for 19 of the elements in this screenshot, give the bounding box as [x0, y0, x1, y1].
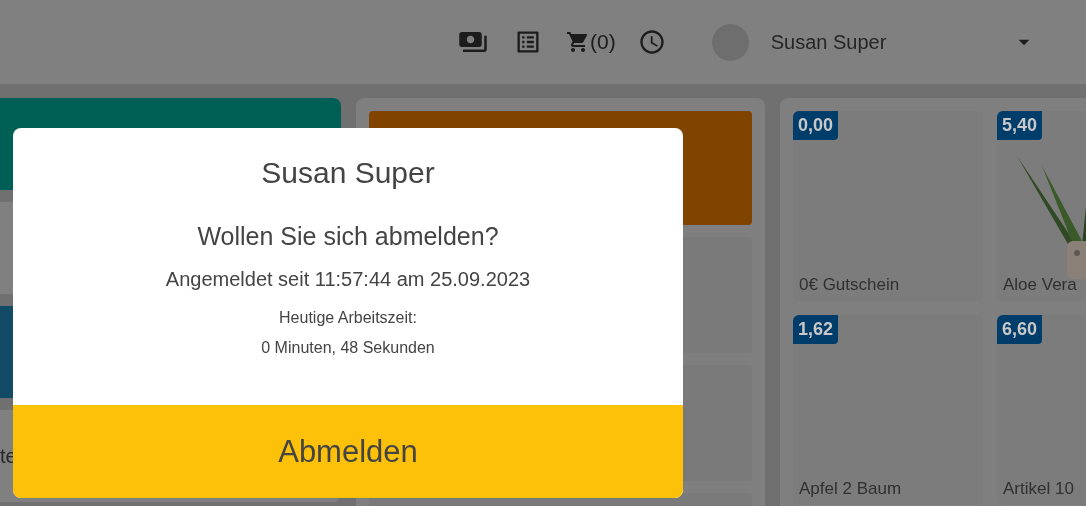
cart-icon — [566, 30, 590, 54]
price-badge: 5,40 — [997, 111, 1043, 140]
cart-button[interactable]: (0) — [566, 30, 616, 54]
worktime-value: 0 Minuten, 48 Sekunden — [261, 339, 435, 357]
dialog-question: Wollen Sie sich abmelden? — [197, 222, 499, 251]
dialog-title: Susan Super — [261, 156, 435, 190]
logout-button[interactable]: Abmelden — [13, 405, 683, 498]
product-name: Artikel 10 — [1002, 479, 1075, 500]
login-time: Angemeldet seit 11:57:44 am 25.09.2023 — [165, 268, 531, 291]
worktime-label: Heutige Arbeitszeit: — [279, 309, 417, 327]
price-badge: 1,62 — [793, 315, 839, 344]
clock-icon[interactable] — [637, 28, 666, 56]
price-badge: 0,00 — [793, 111, 839, 140]
user-name: Susan Super — [770, 30, 888, 54]
product-name: 0€ Gutschein — [798, 275, 901, 296]
product-card[interactable]: 5,40 Aloe Vera — [997, 111, 1086, 301]
product-name: Aloe Vera — [1002, 275, 1078, 296]
price-badge: 6,60 — [997, 315, 1043, 344]
product-name: Apfel 2 Baum — [798, 479, 903, 500]
